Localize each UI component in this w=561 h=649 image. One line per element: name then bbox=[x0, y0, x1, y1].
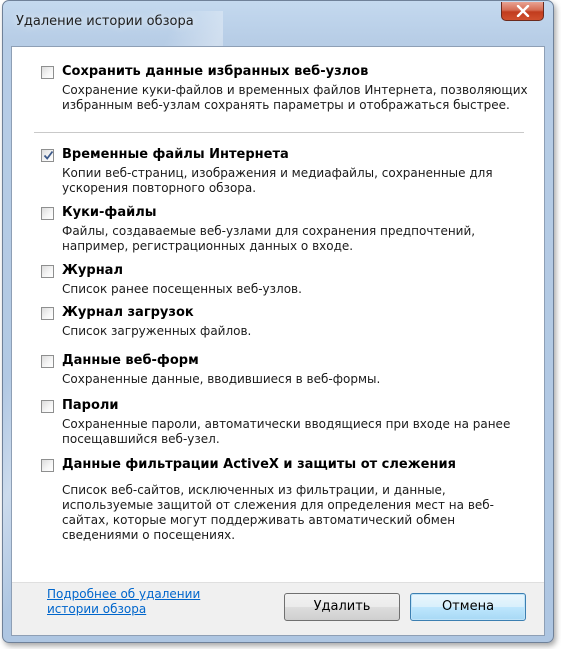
delete-button[interactable]: Удалить bbox=[284, 593, 400, 621]
passwords-checkbox[interactable] bbox=[41, 400, 54, 413]
dialog-client-area: Сохранить данные избранных веб-узлов Сох… bbox=[11, 46, 545, 636]
preserve-favorites-checkbox[interactable] bbox=[41, 66, 54, 79]
option-label[interactable]: Журнал загрузок bbox=[62, 305, 194, 320]
option-description: Список ранее посещенных веб-узлов. bbox=[62, 282, 302, 296]
close-icon bbox=[516, 5, 530, 17]
option-description: Сохранение куки-файлов и временных файло… bbox=[62, 83, 528, 112]
cancel-button[interactable]: Отмена bbox=[410, 593, 526, 621]
option-description: Сохраненные пароли, автоматически вводящ… bbox=[62, 417, 511, 446]
title-bar[interactable]: Удаление истории обзора bbox=[3, 1, 553, 45]
help-link[interactable]: Подробнее об удалении истории обзора bbox=[47, 587, 237, 617]
option-description: Список веб-сайтов, исключенных из фильтр… bbox=[62, 483, 494, 542]
option-label[interactable]: Куки-файлы bbox=[62, 205, 157, 220]
separator bbox=[34, 132, 524, 133]
form-data-checkbox[interactable] bbox=[41, 355, 54, 368]
option-description: Копии веб-страниц, изображения и медиафа… bbox=[62, 166, 493, 195]
temporary-files-checkbox[interactable] bbox=[41, 149, 54, 162]
option-label[interactable]: Журнал bbox=[62, 263, 123, 278]
activex-tracking-checkbox[interactable] bbox=[41, 459, 54, 472]
option-description: Файлы, создаваемые веб-узлами для сохран… bbox=[62, 224, 476, 253]
cookies-checkbox[interactable] bbox=[41, 207, 54, 220]
option-label[interactable]: Сохранить данные избранных веб-узлов bbox=[62, 64, 368, 79]
option-label[interactable]: Данные фильтрации ActiveX и защиты от сл… bbox=[62, 457, 456, 472]
option-description: Сохраненные данные, вводившиеся в веб-фо… bbox=[62, 372, 381, 386]
dialog-title: Удаление истории обзора bbox=[16, 14, 194, 29]
checkmark-icon bbox=[43, 150, 54, 160]
close-button[interactable] bbox=[501, 2, 544, 21]
option-label[interactable]: Временные файлы Интернета bbox=[62, 147, 289, 162]
option-label[interactable]: Пароли bbox=[62, 398, 119, 413]
dialog-footer: Подробнее об удалении истории обзора Уда… bbox=[12, 582, 544, 635]
delete-browsing-history-dialog: Удаление истории обзора Сохранить данные… bbox=[2, 0, 554, 643]
option-label[interactable]: Данные веб-форм bbox=[62, 353, 199, 368]
history-checkbox[interactable] bbox=[41, 265, 54, 278]
option-description: Список загруженных файлов. bbox=[62, 324, 252, 338]
download-history-checkbox[interactable] bbox=[41, 307, 54, 320]
